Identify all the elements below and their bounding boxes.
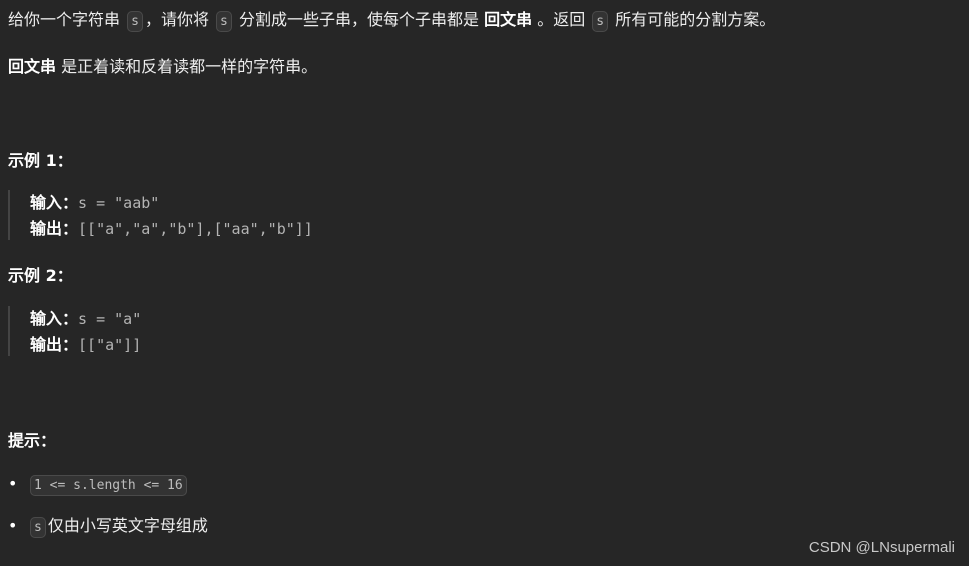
palindrome-term: 回文串 (8, 57, 57, 76)
example-2-block: 输入：s = "a" 输出：[["a"]] (8, 306, 141, 356)
description-text: 所有可能的分割方案。 (615, 10, 776, 29)
tip-item: • s 仅由小写英文字母组成 (8, 512, 208, 552)
tip-text: 仅由小写英文字母组成 (47, 516, 208, 535)
tips-title: 提示： (8, 431, 57, 450)
description-text: 给你一个字符串 (8, 10, 121, 29)
input-label: 输入： (30, 193, 79, 212)
inline-code-s: s (127, 11, 143, 32)
tips-list: • 1 <= s.length <= 16 • s 仅由小写英文字母组成 (8, 470, 208, 550)
constraint-code: 1 <= s.length <= 16 (30, 475, 187, 496)
inline-code-s: s (216, 11, 232, 32)
palindrome-definition: 回文串 是正着读和反着读都一样的字符串。 (8, 55, 317, 79)
csdn-watermark: CSDN @LNsupermali (808, 539, 955, 556)
inline-code-s: s (592, 11, 609, 32)
example-2-title: 示例 2： (8, 266, 73, 285)
palindrome-term: 回文串 (484, 10, 533, 29)
input-label: 输入： (30, 309, 79, 328)
description-text: ，请你将 (144, 10, 209, 29)
bullet-icon: • (8, 474, 18, 493)
bullet-icon: • (8, 516, 18, 535)
inline-code-s: s (30, 517, 46, 538)
output-label: 输出： (30, 335, 79, 354)
example-output-line: 输出：[["a"]] (30, 332, 141, 358)
description-text: 分割成一些子串，使每个子串都是 (238, 10, 479, 29)
example-1-title: 示例 1： (8, 151, 73, 170)
problem-description: 给你一个字符串 s ，请你将 s 分割成一些子串，使每个子串都是 回文串 。返回 … (8, 8, 775, 34)
description-text: 。返回 (537, 10, 586, 29)
definition-text: 是正着读和反着读都一样的字符串。 (61, 57, 318, 76)
example-input-line: 输入：s = "a" (30, 306, 141, 332)
output-label: 输出： (30, 219, 79, 238)
tip-item: • 1 <= s.length <= 16 (8, 470, 208, 510)
example-1-block: 输入：s = "aab" 输出：[["a","a","b"],["aa","b"… (8, 190, 313, 240)
example-output-line: 输出：[["a","a","b"],["aa","b"]] (30, 216, 313, 242)
example-input-line: 输入：s = "aab" (30, 190, 313, 216)
output-value: [["a"]] (78, 336, 142, 354)
output-value: [["a","a","b"],["aa","b"]] (78, 220, 313, 238)
input-value: s = "aab" (78, 194, 160, 212)
input-value: s = "a" (78, 310, 142, 328)
